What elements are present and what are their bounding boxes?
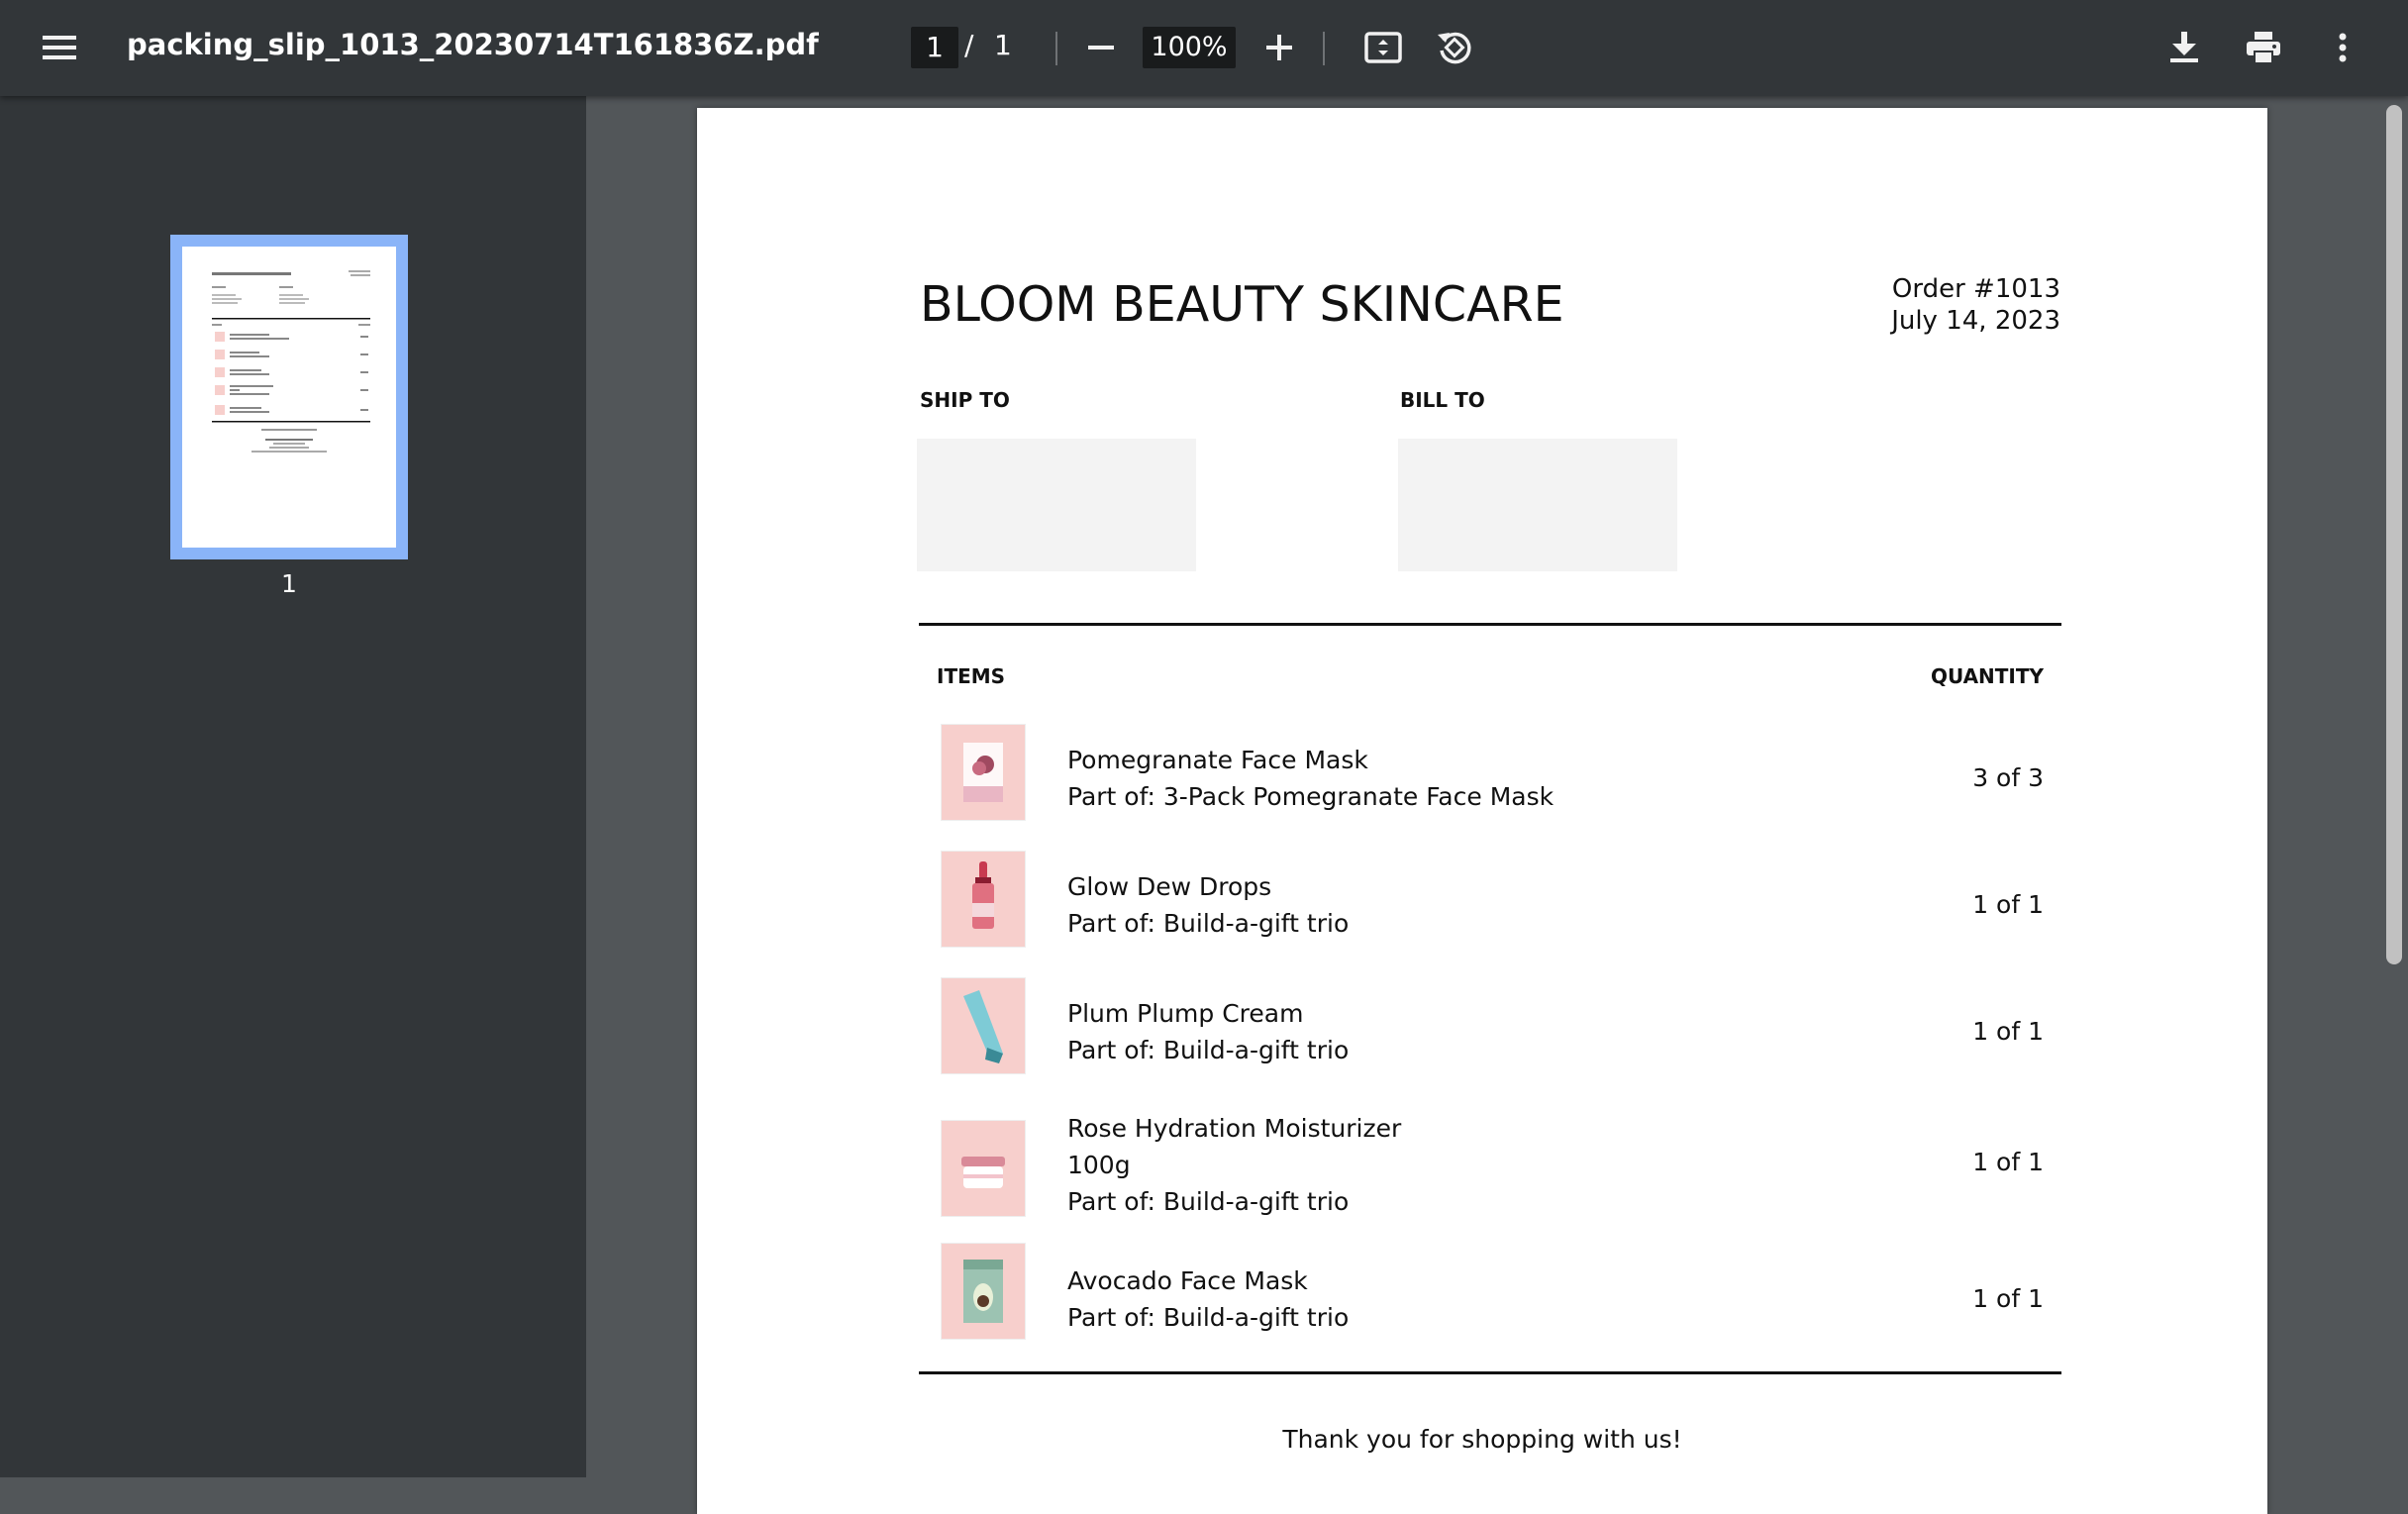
product-image-avocado-mask [941, 1243, 1026, 1340]
items-bottom-rule [919, 1371, 2061, 1374]
pdf-page: BLOOM BEAUTY SKINCARE Order #1013 July 1… [697, 108, 2267, 1514]
page-thumbnail-preview [182, 247, 396, 548]
list-item: Pomegranate Face Mask Part of: 3-Pack Po… [919, 722, 2061, 821]
thank-you-message: Thank you for shopping with us! [1282, 1425, 1682, 1454]
product-image-pomegranate-mask [941, 724, 1026, 821]
item-part-of: Part of: Build-a-gift trio [1067, 1187, 1350, 1216]
item-name: Glow Dew Drops [1067, 872, 1272, 901]
items-header: ITEMS [937, 664, 1006, 688]
thumbnail-sidebar: 1 [0, 96, 586, 1477]
list-item: Glow Dew Drops Part of: Build-a-gift tri… [919, 849, 2061, 948]
quantity-header: QUANTITY [1930, 664, 2044, 688]
ship-to-address [917, 439, 1196, 571]
bill-to-address [1398, 439, 1677, 571]
item-quantity: 1 of 1 [1972, 1017, 2044, 1046]
plus-icon[interactable] [1259, 28, 1299, 67]
more-vert-icon[interactable] [2323, 26, 2362, 69]
list-item: Rose Hydration Moisturizer 100g Part of:… [919, 1108, 2061, 1221]
item-part-of: Part of: Build-a-gift trio [1067, 1036, 1350, 1064]
bill-to-label: BILL TO [1400, 388, 1485, 412]
ship-to-label: SHIP TO [920, 388, 1010, 412]
pdf-toolbar: packing_slip_1013_20230714T161836Z.pdf 1… [0, 0, 2408, 96]
page-total: 1 [994, 29, 1012, 61]
thumbnail-miniature [212, 270, 370, 453]
item-quantity: 1 of 1 [1972, 1148, 2044, 1176]
fit-page-icon[interactable] [1360, 26, 1406, 69]
item-name: Plum Plump Cream [1067, 999, 1304, 1028]
toolbar-divider [1323, 32, 1325, 65]
thumbnail-page-number: 1 [281, 569, 297, 598]
page-thumbnail[interactable] [170, 235, 408, 559]
page-number-input[interactable]: 1 [911, 27, 958, 68]
zoom-input[interactable]: 100% [1143, 27, 1236, 68]
item-variant: 100g [1067, 1151, 1131, 1179]
download-icon[interactable] [2162, 26, 2206, 69]
menu-icon[interactable] [36, 26, 83, 69]
item-quantity: 3 of 3 [1972, 763, 2044, 792]
item-quantity: 1 of 1 [1972, 890, 2044, 919]
item-name: Rose Hydration Moisturizer [1067, 1114, 1402, 1143]
item-name: Avocado Face Mask [1067, 1266, 1308, 1295]
order-date: July 14, 2023 [1891, 306, 2060, 336]
items-top-rule [919, 623, 2061, 626]
product-image-rose-moisturizer [941, 1120, 1026, 1217]
product-image-plum-plump-cream [941, 977, 1026, 1074]
file-name: packing_slip_1013_20230714T161836Z.pdf [127, 28, 819, 61]
order-number: Order #1013 [1891, 274, 2060, 304]
page-separator: / [964, 29, 974, 61]
print-icon[interactable] [2242, 26, 2285, 69]
minus-icon[interactable] [1081, 28, 1121, 67]
shop-name: BLOOM BEAUTY SKINCARE [920, 276, 1564, 333]
item-quantity: 1 of 1 [1972, 1284, 2044, 1313]
toolbar-divider [1055, 32, 1057, 65]
item-part-of: Part of: Build-a-gift trio [1067, 909, 1350, 938]
item-part-of: Part of: Build-a-gift trio [1067, 1303, 1350, 1332]
item-part-of: Part of: 3-Pack Pomegranate Face Mask [1067, 782, 1555, 811]
scrollbar-thumb[interactable] [2386, 105, 2402, 964]
product-image-glow-dew-drops [941, 851, 1026, 948]
rotate-icon[interactable] [1432, 25, 1477, 70]
list-item: Avocado Face Mask Part of: Build-a-gift … [919, 1243, 2061, 1342]
list-item: Plum Plump Cream Part of: Build-a-gift t… [919, 975, 2061, 1074]
item-name: Pomegranate Face Mask [1067, 746, 1368, 774]
